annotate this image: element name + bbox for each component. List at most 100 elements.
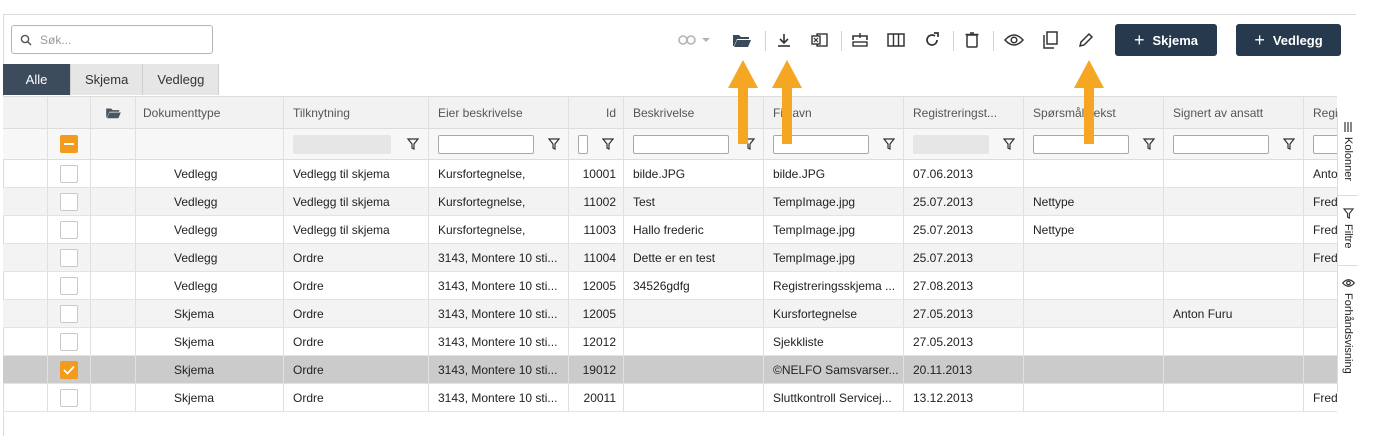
folder-column-header[interactable] [91, 97, 136, 128]
row-checkbox[interactable] [60, 360, 78, 379]
edit-icon[interactable] [1074, 28, 1098, 52]
cell-id: 12005 [569, 272, 624, 299]
row-checkbox[interactable] [60, 276, 78, 295]
cell-id: 11002 [569, 188, 624, 215]
tab-schema[interactable]: Skjema [71, 64, 144, 95]
cell-registered: 27.05.2013 [904, 300, 1024, 327]
cell-extra [1304, 356, 1337, 383]
cell-extra: Fred [1304, 384, 1337, 411]
excel-export-icon[interactable] [808, 28, 832, 52]
cell-id: 10001 [569, 160, 624, 187]
cell-filename: TempImage.jpg [764, 244, 904, 271]
cell-filename: bilde.JPG [764, 160, 904, 187]
row-checkbox[interactable] [60, 304, 78, 323]
table-row[interactable]: Skjema Ordre 3143, Montere 10 sti... 12012 S… [3, 328, 1337, 356]
cell-extra: Fred [1304, 188, 1337, 215]
cell-question [1024, 160, 1164, 187]
side-preview-tab[interactable]: Forhåndsvisning [1338, 266, 1358, 392]
add-schema-button[interactable]: + Skjema [1115, 24, 1217, 56]
search-icon [20, 34, 32, 46]
row-checkbox[interactable] [60, 164, 78, 183]
cell-doc-type: Vedlegg [136, 216, 284, 243]
header-connection[interactable]: Tilknytning [284, 97, 429, 128]
cell-owner: 3143, Montere 10 sti... [429, 356, 569, 383]
cell-owner: Kursfortegnelse, [429, 216, 569, 243]
filter-icon[interactable] [407, 138, 419, 150]
row-checkbox[interactable] [60, 332, 78, 351]
columns-icon[interactable] [884, 28, 908, 52]
header-registered[interactable]: Registreringst... [904, 97, 1024, 128]
cell-registered: 07.06.2013 [904, 160, 1024, 187]
header-owner[interactable]: Eier beskrivelse [429, 97, 569, 128]
add-attachment-button[interactable]: + Vedlegg [1236, 24, 1341, 56]
filter-extra-input[interactable] [1313, 134, 1337, 154]
cell-id: 20011 [569, 384, 624, 411]
side-filters-tab[interactable]: Filtre [1338, 196, 1358, 266]
filter-description-input[interactable] [633, 134, 729, 154]
cell-owner: 3143, Montere 10 sti... [429, 384, 569, 411]
search-box[interactable] [11, 25, 213, 54]
cell-extra [1304, 272, 1337, 299]
annotation-arrow [772, 60, 802, 144]
side-columns-tab[interactable]: Kolonner [1338, 112, 1358, 196]
link-icon[interactable] [677, 28, 713, 52]
header-signed[interactable]: Signert av ansatt [1164, 97, 1304, 128]
table-row[interactable]: Skjema Ordre 3143, Montere 10 sti... 20011 S… [3, 384, 1337, 412]
row-checkbox[interactable] [60, 220, 78, 239]
cell-registered: 27.05.2013 [904, 328, 1024, 355]
folder-open-icon [105, 108, 121, 119]
delete-icon[interactable] [960, 28, 984, 52]
cell-owner: Kursfortegnelse, [429, 160, 569, 187]
header-extra[interactable]: Regi [1304, 97, 1337, 128]
cell-filename: ©NELFO Samsvarser... [764, 356, 904, 383]
cell-signed [1164, 216, 1304, 243]
row-checkbox[interactable] [60, 248, 78, 267]
select-all-checkbox[interactable] [60, 135, 78, 153]
cell-extra: Fred [1304, 216, 1337, 243]
table-row[interactable]: Vedlegg Ordre 3143, Montere 10 sti... 12005… [3, 272, 1337, 300]
table-row[interactable]: Skjema Ordre 3143, Montere 10 sti... 19012 ©… [3, 356, 1337, 384]
cell-description: Test [624, 188, 764, 215]
cell-extra: Anto [1304, 160, 1337, 187]
cell-description [624, 356, 764, 383]
filter-icon[interactable] [1283, 138, 1295, 150]
filter-owner-input[interactable] [438, 134, 534, 154]
filter-id-input[interactable] [578, 134, 588, 154]
download-icon[interactable] [772, 28, 796, 52]
header-doc-type[interactable]: Dokumenttype [136, 97, 284, 128]
cell-description: Dette er en test [624, 244, 764, 271]
filter-icon[interactable] [1143, 138, 1155, 150]
cell-connection: Vedlegg til skjema [284, 216, 429, 243]
row-checkbox[interactable] [60, 388, 78, 407]
cell-connection: Ordre [284, 272, 429, 299]
header-id[interactable]: Id [569, 97, 624, 128]
table-row[interactable]: Vedlegg Vedlegg til skjema Kursfortegnelse… [3, 188, 1337, 216]
cell-question [1024, 244, 1164, 271]
plus-icon: + [1254, 30, 1265, 50]
cell-filename: TempImage.jpg [764, 188, 904, 215]
folder-open-icon[interactable] [730, 28, 754, 52]
row-checkbox[interactable] [60, 192, 78, 211]
table-row[interactable]: Skjema Ordre 3143, Montere 10 sti... 12005 K… [3, 300, 1337, 328]
filter-signed-input[interactable] [1173, 134, 1269, 154]
filter-icon[interactable] [1003, 138, 1015, 150]
filter-icon[interactable] [602, 138, 614, 150]
filter-icon[interactable] [548, 138, 560, 150]
cell-owner: 3143, Montere 10 sti... [429, 328, 569, 355]
tab-all[interactable]: Alle [3, 64, 71, 95]
copy-icon[interactable] [1038, 28, 1062, 52]
side-panel: Kolonner Filtre Forhåndsvisning [1337, 112, 1358, 392]
table-row[interactable]: Vedlegg Ordre 3143, Montere 10 sti... 11004… [3, 244, 1337, 272]
eye-icon[interactable] [1002, 28, 1026, 52]
unlink-icon[interactable] [848, 28, 872, 52]
refresh-icon[interactable] [920, 28, 944, 52]
annotation-arrow [1074, 60, 1104, 144]
tab-attachment[interactable]: Vedlegg [143, 64, 220, 95]
filter-icon[interactable] [883, 138, 895, 150]
table-row[interactable]: Vedlegg Vedlegg til skjema Kursfortegnelse… [3, 216, 1337, 244]
cell-question [1024, 356, 1164, 383]
table-row[interactable]: Vedlegg Vedlegg til skjema Kursfortegnelse… [3, 160, 1337, 188]
search-input[interactable] [38, 31, 198, 48]
cell-id: 12012 [569, 328, 624, 355]
cell-connection: Ordre [284, 300, 429, 327]
